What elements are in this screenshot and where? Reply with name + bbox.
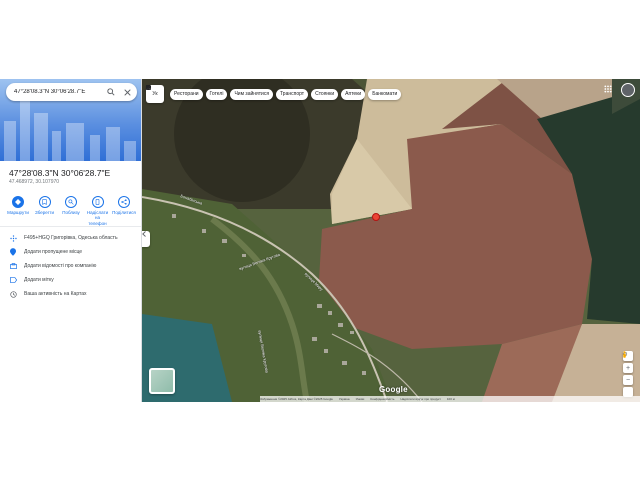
send-to-phone-button[interactable]: Надіслати на телефон [86,196,110,226]
place-hero-image[interactable] [0,79,141,161]
search-icon[interactable] [104,85,118,99]
add-business-row[interactable]: Додати відомості про компанію [0,259,141,273]
plus-code-icon [9,234,17,242]
bookmark-icon [38,196,51,208]
chip-atms[interactable]: Банкомати [146,85,402,100]
action-bar: Маршрути Зберегти Поблизу Надіслати на т… [6,196,136,226]
add-place-icon [9,248,17,256]
maps-app: 47°28'08.3"N 30°06'28.7"E 47.468972, 30.… [0,79,640,402]
map-controls: + − [622,351,634,399]
account-avatar[interactable] [621,83,635,97]
directions-button[interactable]: Маршрути [6,196,30,226]
chip-restaurants[interactable]: Ресторани [146,85,203,100]
add-label-row[interactable]: Додати мітку [0,273,141,287]
chip-pharmacies[interactable]: Аптеки [146,85,366,100]
chip-parking[interactable]: Стоянки [146,85,339,100]
collapse-panel-button[interactable] [142,231,150,247]
place-details-list: F495+HGQ Григорівка, Одеська область Дод… [0,231,141,301]
chip-transport[interactable]: Транспорт [146,85,309,100]
category-chips: Ук Ресторани Готелі Чим зайнятися Трансп… [146,85,404,103]
send-to-phone-icon [91,196,104,208]
location-pin-icon[interactable] [372,213,380,221]
chevron-left-icon [142,231,146,237]
share-button[interactable]: Поділитися [112,196,136,226]
save-button[interactable]: Зберегти [33,196,57,226]
divider [0,226,141,227]
place-title: 47°28'08.3"N 30°06'28.7"E [9,168,111,178]
label-icon [9,276,17,284]
maps-activity-row[interactable]: Ваша активність на Картах [0,287,141,301]
zoom-in-button[interactable]: + [623,363,633,373]
history-icon [9,290,17,298]
chip-hotels[interactable]: Готелі [146,86,228,100]
decimal-coordinates[interactable]: 47.468972, 30.107970 [9,179,59,185]
share-icon [118,196,130,208]
google-apps-icon[interactable] [604,85,614,95]
chip-things-to-do[interactable]: Чим зайнятися [146,86,274,100]
nearby-button[interactable]: Поблизу [59,196,83,226]
add-missing-place-row[interactable]: Додати пропущене місце [0,245,141,259]
plus-code-row[interactable]: F495+HGQ Григорівка, Одеська область [0,231,141,245]
zoom-out-button[interactable]: − [623,375,633,385]
pegman-icon [623,351,626,358]
business-icon [9,262,17,270]
search-input[interactable] [14,86,102,98]
search-box[interactable] [6,83,137,101]
directions-icon [12,196,24,208]
place-panel: 47°28'08.3"N 30°06'28.7"E 47.468972, 30.… [0,79,142,402]
layers-toggle-button[interactable] [149,368,175,394]
map-footer: Зображення ©2025 Airbus, Карта Дані ©202… [260,396,640,402]
close-icon[interactable] [120,85,134,99]
atm-icon [146,85,151,90]
nearby-icon [65,196,77,208]
satellite-imagery [142,79,640,402]
satellite-map[interactable]: Бонабінська вулиця Велика Кругова вулиця… [142,79,640,402]
google-logo: Google [379,385,408,394]
